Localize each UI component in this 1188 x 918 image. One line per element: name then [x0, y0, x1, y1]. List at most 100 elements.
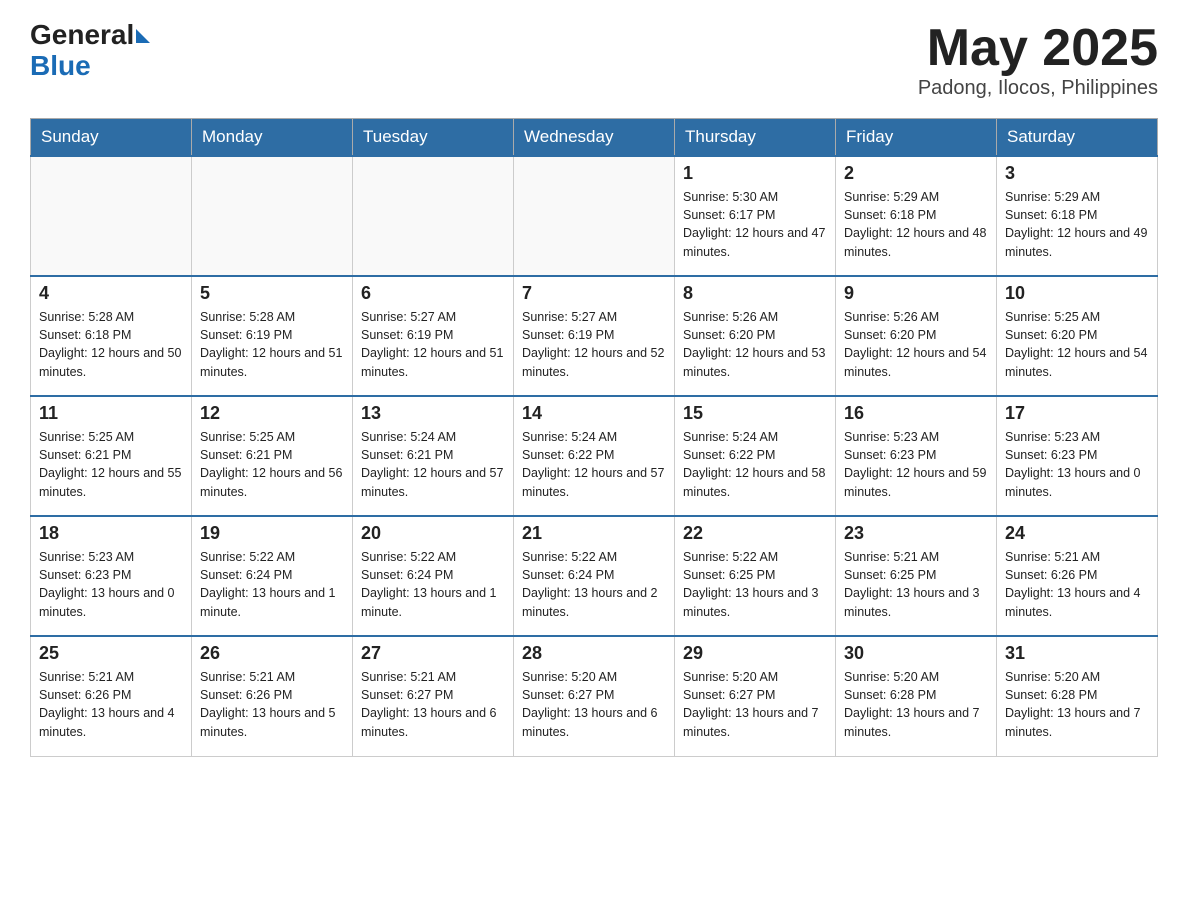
- day-info: Sunrise: 5:25 AM Sunset: 6:21 PM Dayligh…: [39, 428, 183, 501]
- day-info: Sunrise: 5:22 AM Sunset: 6:24 PM Dayligh…: [200, 548, 344, 621]
- logo-blue-text: Blue: [30, 51, 150, 82]
- day-info: Sunrise: 5:23 AM Sunset: 6:23 PM Dayligh…: [1005, 428, 1149, 501]
- table-row: 8 Sunrise: 5:26 AM Sunset: 6:20 PM Daylig…: [675, 276, 836, 396]
- day-info: Sunrise: 5:25 AM Sunset: 6:20 PM Dayligh…: [1005, 308, 1149, 381]
- day-number: 24: [1005, 523, 1149, 544]
- page-header: General Blue May 2025 Padong, Ilocos, Ph…: [30, 20, 1158, 100]
- table-row: 17 Sunrise: 5:23 AM Sunset: 6:23 PM Dayli…: [997, 396, 1158, 516]
- table-row: 12Sunrise: 5:25 AM Sunset: 6:21 PM Dayli…: [192, 396, 353, 516]
- table-row: 23 Sunrise: 5:21 AM Sunset: 6:25 PM Dayli…: [836, 516, 997, 636]
- day-number: 14: [522, 403, 666, 424]
- table-row: 11 Sunrise: 5:25 AM Sunset: 6:21 PM Dayli…: [31, 396, 192, 516]
- day-number: 15: [683, 403, 827, 424]
- day-number: 30: [844, 643, 988, 664]
- calendar-week-row: 25Sunrise: 5:21 AM Sunset: 6:26 PM Dayli…: [31, 636, 1158, 756]
- day-info: Sunrise: 5:30 AM Sunset: 6:17 PM Dayligh…: [683, 188, 827, 261]
- day-number: 23: [844, 523, 988, 544]
- col-tuesday: Tuesday: [353, 119, 514, 157]
- day-info: Sunrise: 5:20 AM Sunset: 6:28 PM Dayligh…: [1005, 668, 1149, 741]
- day-info: Sunrise: 5:20 AM Sunset: 6:28 PM Dayligh…: [844, 668, 988, 741]
- day-info: Sunrise: 5:29 AM Sunset: 6:18 PM Dayligh…: [844, 188, 988, 261]
- day-info: Sunrise: 5:24 AM Sunset: 6:21 PM Dayligh…: [361, 428, 505, 501]
- day-number: 20: [361, 523, 505, 544]
- day-info: Sunrise: 5:24 AM Sunset: 6:22 PM Dayligh…: [522, 428, 666, 501]
- day-info: Sunrise: 5:21 AM Sunset: 6:26 PM Dayligh…: [1005, 548, 1149, 621]
- day-number: 8: [683, 283, 827, 304]
- table-row: 7Sunrise: 5:27 AM Sunset: 6:19 PM Daylig…: [514, 276, 675, 396]
- day-info: Sunrise: 5:26 AM Sunset: 6:20 PM Dayligh…: [683, 308, 827, 381]
- table-row: 10 Sunrise: 5:25 AM Sunset: 6:20 PM Dayli…: [997, 276, 1158, 396]
- table-row: 3 Sunrise: 5:29 AM Sunset: 6:18 PM Daylig…: [997, 156, 1158, 276]
- day-number: 10: [1005, 283, 1149, 304]
- table-row: 22 Sunrise: 5:22 AM Sunset: 6:25 PM Dayli…: [675, 516, 836, 636]
- col-thursday: Thursday: [675, 119, 836, 157]
- day-info: Sunrise: 5:21 AM Sunset: 6:27 PM Dayligh…: [361, 668, 505, 741]
- day-number: 12: [200, 403, 344, 424]
- table-row: 24 Sunrise: 5:21 AM Sunset: 6:26 PM Dayli…: [997, 516, 1158, 636]
- table-row: 2 Sunrise: 5:29 AM Sunset: 6:18 PM Daylig…: [836, 156, 997, 276]
- table-row: 21Sunrise: 5:22 AM Sunset: 6:24 PM Dayli…: [514, 516, 675, 636]
- table-row: [514, 156, 675, 276]
- day-info: Sunrise: 5:27 AM Sunset: 6:19 PM Dayligh…: [522, 308, 666, 381]
- day-number: 17: [1005, 403, 1149, 424]
- day-number: 5: [200, 283, 344, 304]
- day-number: 9: [844, 283, 988, 304]
- day-info: Sunrise: 5:24 AM Sunset: 6:22 PM Dayligh…: [683, 428, 827, 501]
- day-info: Sunrise: 5:22 AM Sunset: 6:25 PM Dayligh…: [683, 548, 827, 621]
- calendar-table: Sunday Monday Tuesday Wednesday Thursday…: [30, 118, 1158, 757]
- table-row: [192, 156, 353, 276]
- col-wednesday: Wednesday: [514, 119, 675, 157]
- day-number: 19: [200, 523, 344, 544]
- col-friday: Friday: [836, 119, 997, 157]
- day-info: Sunrise: 5:29 AM Sunset: 6:18 PM Dayligh…: [1005, 188, 1149, 261]
- day-info: Sunrise: 5:27 AM Sunset: 6:19 PM Dayligh…: [361, 308, 505, 381]
- calendar-week-row: 18Sunrise: 5:23 AM Sunset: 6:23 PM Dayli…: [31, 516, 1158, 636]
- table-row: 19 Sunrise: 5:22 AM Sunset: 6:24 PM Dayli…: [192, 516, 353, 636]
- day-info: Sunrise: 5:28 AM Sunset: 6:18 PM Dayligh…: [39, 308, 183, 381]
- table-row: 13Sunrise: 5:24 AM Sunset: 6:21 PM Dayli…: [353, 396, 514, 516]
- col-monday: Monday: [192, 119, 353, 157]
- calendar-header-row: Sunday Monday Tuesday Wednesday Thursday…: [31, 119, 1158, 157]
- day-info: Sunrise: 5:20 AM Sunset: 6:27 PM Dayligh…: [683, 668, 827, 741]
- day-number: 27: [361, 643, 505, 664]
- table-row: 28Sunrise: 5:20 AM Sunset: 6:27 PM Dayli…: [514, 636, 675, 756]
- day-number: 22: [683, 523, 827, 544]
- day-info: Sunrise: 5:21 AM Sunset: 6:25 PM Dayligh…: [844, 548, 988, 621]
- table-row: [353, 156, 514, 276]
- day-info: Sunrise: 5:26 AM Sunset: 6:20 PM Dayligh…: [844, 308, 988, 381]
- table-row: 16Sunrise: 5:23 AM Sunset: 6:23 PM Dayli…: [836, 396, 997, 516]
- table-row: 4 Sunrise: 5:28 AM Sunset: 6:18 PM Daylig…: [31, 276, 192, 396]
- day-info: Sunrise: 5:22 AM Sunset: 6:24 PM Dayligh…: [522, 548, 666, 621]
- table-row: 30 Sunrise: 5:20 AM Sunset: 6:28 PM Dayli…: [836, 636, 997, 756]
- table-row: 9 Sunrise: 5:26 AM Sunset: 6:20 PM Daylig…: [836, 276, 997, 396]
- page-title: May 2025: [918, 20, 1158, 77]
- day-number: 6: [361, 283, 505, 304]
- day-number: 4: [39, 283, 183, 304]
- calendar-week-row: 1Sunrise: 5:30 AM Sunset: 6:17 PM Daylig…: [31, 156, 1158, 276]
- day-info: Sunrise: 5:21 AM Sunset: 6:26 PM Dayligh…: [200, 668, 344, 741]
- day-number: 29: [683, 643, 827, 664]
- day-number: 28: [522, 643, 666, 664]
- day-info: Sunrise: 5:28 AM Sunset: 6:19 PM Dayligh…: [200, 308, 344, 381]
- table-row: 14 Sunrise: 5:24 AM Sunset: 6:22 PM Dayli…: [514, 396, 675, 516]
- table-row: 26 Sunrise: 5:21 AM Sunset: 6:26 PM Dayli…: [192, 636, 353, 756]
- calendar-week-row: 11 Sunrise: 5:25 AM Sunset: 6:21 PM Dayli…: [31, 396, 1158, 516]
- day-number: 2: [844, 163, 988, 184]
- calendar-week-row: 4 Sunrise: 5:28 AM Sunset: 6:18 PM Daylig…: [31, 276, 1158, 396]
- day-info: Sunrise: 5:21 AM Sunset: 6:26 PM Dayligh…: [39, 668, 183, 741]
- table-row: 25Sunrise: 5:21 AM Sunset: 6:26 PM Dayli…: [31, 636, 192, 756]
- day-info: Sunrise: 5:23 AM Sunset: 6:23 PM Dayligh…: [844, 428, 988, 501]
- day-number: 11: [39, 403, 183, 424]
- table-row: 18Sunrise: 5:23 AM Sunset: 6:23 PM Dayli…: [31, 516, 192, 636]
- table-row: 15 Sunrise: 5:24 AM Sunset: 6:22 PM Dayli…: [675, 396, 836, 516]
- logo-triangle-icon: [136, 29, 150, 43]
- day-number: 18: [39, 523, 183, 544]
- table-row: 6 Sunrise: 5:27 AM Sunset: 6:19 PM Daylig…: [353, 276, 514, 396]
- day-number: 26: [200, 643, 344, 664]
- table-row: 31 Sunrise: 5:20 AM Sunset: 6:28 PM Dayli…: [997, 636, 1158, 756]
- title-block: May 2025 Padong, Ilocos, Philippines: [918, 20, 1158, 100]
- page-subtitle: Padong, Ilocos, Philippines: [918, 77, 1158, 100]
- day-number: 31: [1005, 643, 1149, 664]
- day-number: 3: [1005, 163, 1149, 184]
- logo-general-text: General: [30, 20, 134, 51]
